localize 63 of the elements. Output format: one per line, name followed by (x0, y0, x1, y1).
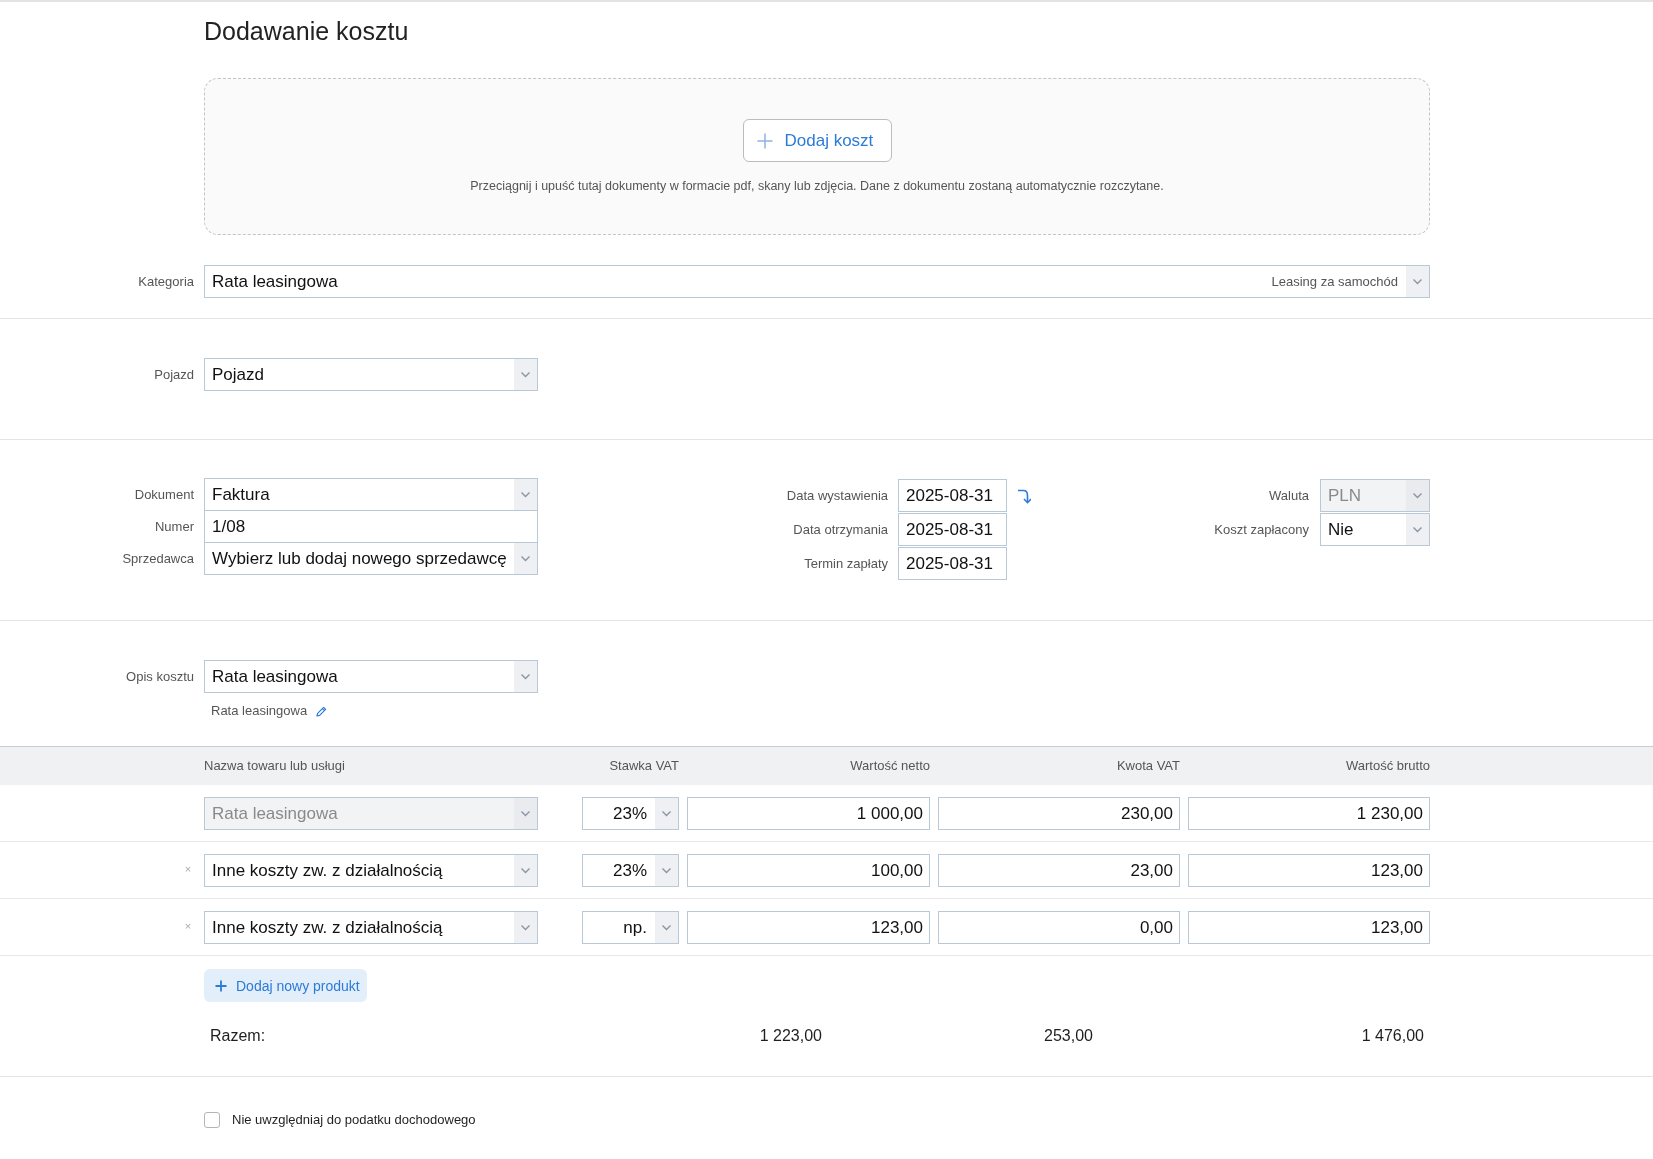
dropdown-field[interactable]: Nie (1320, 513, 1430, 546)
chevron-icon[interactable] (514, 855, 537, 886)
gross-amount-field[interactable]: 123,00 (1188, 854, 1430, 887)
text-field[interactable]: 1/08 (204, 510, 538, 543)
add-cost-button[interactable]: Dodaj koszt (742, 119, 892, 162)
checkbox[interactable] (204, 1112, 220, 1128)
chevron-icon[interactable] (514, 479, 537, 510)
vat-amount-field[interactable]: 23,00 (938, 854, 1180, 887)
drop-zone[interactable]: Dodaj koszt Przeciągnij i upuść tutaj dokumenty w formacie pdf, skany lub zdjęcia. Dane z dokumentu zostaną automatycznie rozczytane. (204, 78, 1430, 235)
product-select[interactable]: Inne koszty zw. z działalnością (204, 911, 538, 944)
vat-rate-select[interactable]: 23% (582, 854, 679, 887)
field-label: Termin zapłaty (803, 555, 888, 572)
date-field[interactable]: 2025-08-31 (898, 479, 1007, 512)
vat-rate-select[interactable]: np. (582, 911, 679, 944)
field-label: Dokument (133, 486, 194, 503)
date-field[interactable]: 2025-08-31 (898, 547, 1007, 580)
checkbox-label: Nie uwzględniaj do podatku dochodowego (232, 1112, 476, 1128)
date-field[interactable]: 2025-08-31 (898, 513, 1007, 546)
field-label: Pojazd (153, 366, 194, 383)
add-product-button[interactable]: Dodaj nowy produkt (204, 969, 367, 1002)
field-label: Koszt zapłacony (1213, 521, 1309, 538)
page-title: Dodawanie kosztu (204, 16, 409, 47)
category-select[interactable]: Rata leasingowa Leasing za samochód (204, 265, 1430, 298)
total-net: 1 223,00 (758, 1026, 822, 1046)
field-label: Kategoria (137, 273, 194, 290)
field-label: Data otrzymania (792, 521, 888, 538)
field-label: Waluta (1268, 487, 1309, 504)
field-label: Numer (154, 519, 194, 535)
chevron-icon[interactable] (514, 359, 537, 390)
column-header: Kwota VAT (1115, 758, 1180, 774)
chevron-icon[interactable] (655, 912, 678, 943)
dropdown-field[interactable]: Faktura (204, 478, 538, 511)
drop-hint: Przeciągnij i upuść tutaj dokumenty w formacie pdf, skany lub zdjęcia. Dane z dokumentu zostaną automatycznie rozczytane. (470, 178, 1164, 194)
chevron-icon[interactable] (514, 543, 537, 574)
chevron-icon[interactable] (1406, 266, 1429, 297)
vat-amount-field[interactable]: 0,00 (938, 911, 1180, 944)
curved-arrow-icon[interactable] (1017, 487, 1031, 504)
chevron-icon[interactable] (655, 798, 678, 829)
chevron-icon[interactable] (1406, 514, 1429, 545)
plus-icon (756, 132, 773, 149)
net-amount-field[interactable]: 123,00 (687, 911, 930, 944)
field-label: Opis kosztu (125, 668, 194, 685)
description-select[interactable]: Rata leasingowa (204, 660, 538, 693)
column-header: Wartość netto (849, 758, 930, 774)
description-note: Rata leasingowa (211, 703, 308, 719)
product-select[interactable]: Inne koszty zw. z działalnością (204, 854, 538, 887)
plus-icon (215, 979, 227, 992)
column-header: Nazwa towaru lub usługi (204, 758, 346, 774)
dropdown-field[interactable]: Wybierz lub dodaj nowego sprzedawcę (204, 542, 538, 575)
edit-icon[interactable] (316, 705, 328, 717)
total-gross: 1 476,00 (1360, 1026, 1424, 1046)
vehicle-select[interactable]: Pojazd (204, 358, 538, 391)
chevron-icon[interactable] (514, 912, 537, 943)
chevron-icon[interactable] (514, 661, 537, 692)
totals-label: Razem: (209, 1026, 267, 1046)
net-amount-field[interactable]: 100,00 (687, 854, 930, 887)
chevron-icon[interactable] (655, 855, 678, 886)
field-label: Data wystawienia (785, 487, 888, 504)
column-header: Wartość brutto (1344, 758, 1430, 774)
column-header: Stawka VAT (608, 758, 679, 774)
gross-amount-field[interactable]: 123,00 (1188, 911, 1430, 944)
total-vat: 253,00 (1043, 1026, 1093, 1046)
field-label: Sprzedawca (121, 551, 194, 567)
